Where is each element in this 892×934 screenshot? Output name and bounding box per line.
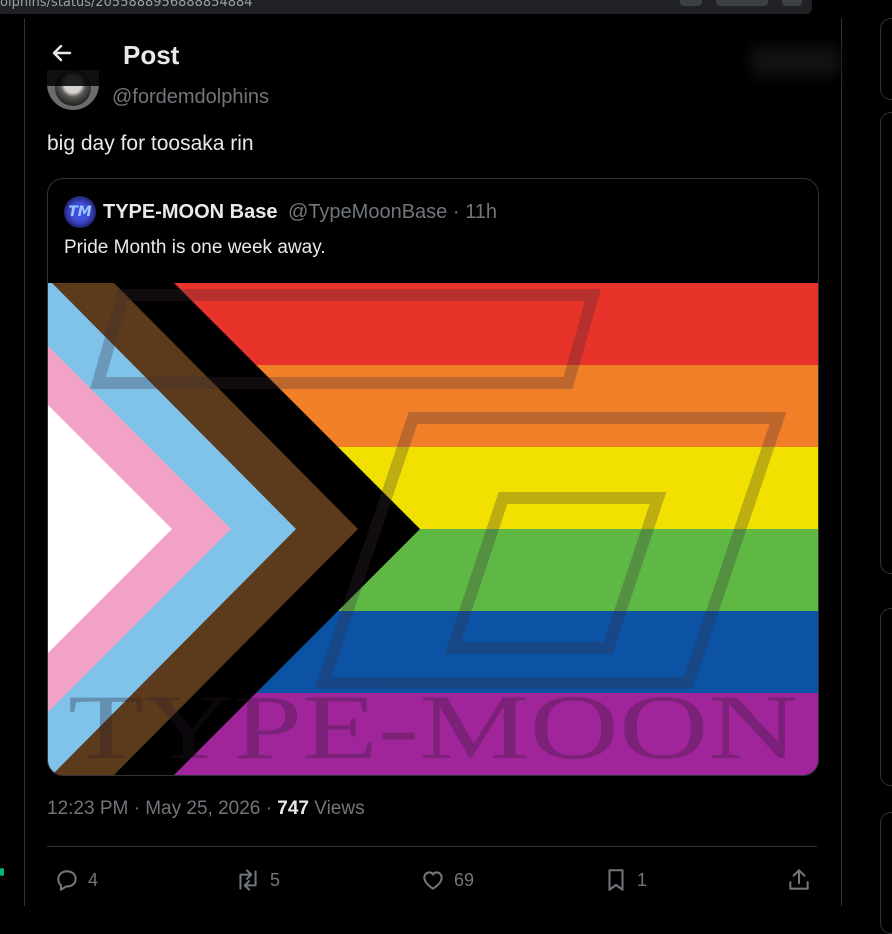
bookmark-icon [608,869,624,891]
type-moon-watermark-text: TYPE-MOON [68,676,798,775]
separator-dot: · [452,201,466,223]
reply-count: 4 [88,869,99,890]
separator-dot: · [265,798,278,819]
quoted-post[interactable]: TM TYPE-MOON Base @TypeMoonBase · 11h Pr… [47,178,819,776]
back-button[interactable] [47,38,77,68]
views-count[interactable]: 747 [277,798,309,819]
progress-pride-flag-image[interactable]: TYPE-MOON [48,283,818,775]
bookmark-count: 1 [637,869,648,890]
views-label: Views [314,798,365,819]
post-time[interactable]: 12:23 PM [47,798,128,819]
author-handle[interactable]: @fordemdolphins [112,86,269,109]
share-button[interactable] [786,866,812,894]
bookmark-button[interactable]: 1 [603,866,647,894]
repost-count: 5 [270,869,281,890]
reply-button[interactable]: 4 [54,866,98,894]
feed-border [24,18,25,906]
header-blurred-region [750,46,840,76]
quote-author-avatar[interactable]: TM [64,196,96,228]
repost-button[interactable]: 5 [234,866,280,894]
status-indicator [0,868,4,876]
url-text[interactable]: olphins/status/2055888956888854884 [0,0,253,10]
quote-text: Pride Month is one week away. [64,237,326,258]
feed-border [841,18,842,906]
sidebar-card[interactable] [880,112,892,574]
sidebar-card[interactable] [880,18,892,100]
divider [47,846,817,847]
repost-icon [239,869,257,891]
like-icon [423,871,443,890]
browser-control[interactable] [782,0,802,6]
browser-url-bar[interactable]: olphins/status/2055888956888854884 [0,0,812,14]
share-icon [789,869,809,890]
back-arrow-icon [52,44,72,62]
page-title: Post [123,40,180,70]
like-count: 69 [454,869,475,890]
quote-author-name[interactable]: TYPE-MOON Base [103,201,277,224]
reply-icon [57,870,77,891]
logo-letters: TM [68,204,92,220]
quote-author-meta: @TypeMoonBase · 11h [288,201,497,224]
separator-dot: · [133,798,146,819]
post-text: big day for toosaka rin [47,132,254,155]
sidebar-card[interactable] [880,608,892,786]
sidebar-card[interactable] [880,812,892,934]
quote-timestamp[interactable]: 11h [465,201,497,223]
quote-author-handle[interactable]: @TypeMoonBase [288,201,447,223]
like-button[interactable]: 69 [420,866,474,894]
browser-control[interactable] [680,0,702,6]
browser-control[interactable] [716,0,768,6]
post-metadata: 12:23 PM · May 25, 2026 · 747 Views [47,798,365,820]
post-header: Post [25,24,841,86]
post-date[interactable]: May 25, 2026 [145,798,260,819]
